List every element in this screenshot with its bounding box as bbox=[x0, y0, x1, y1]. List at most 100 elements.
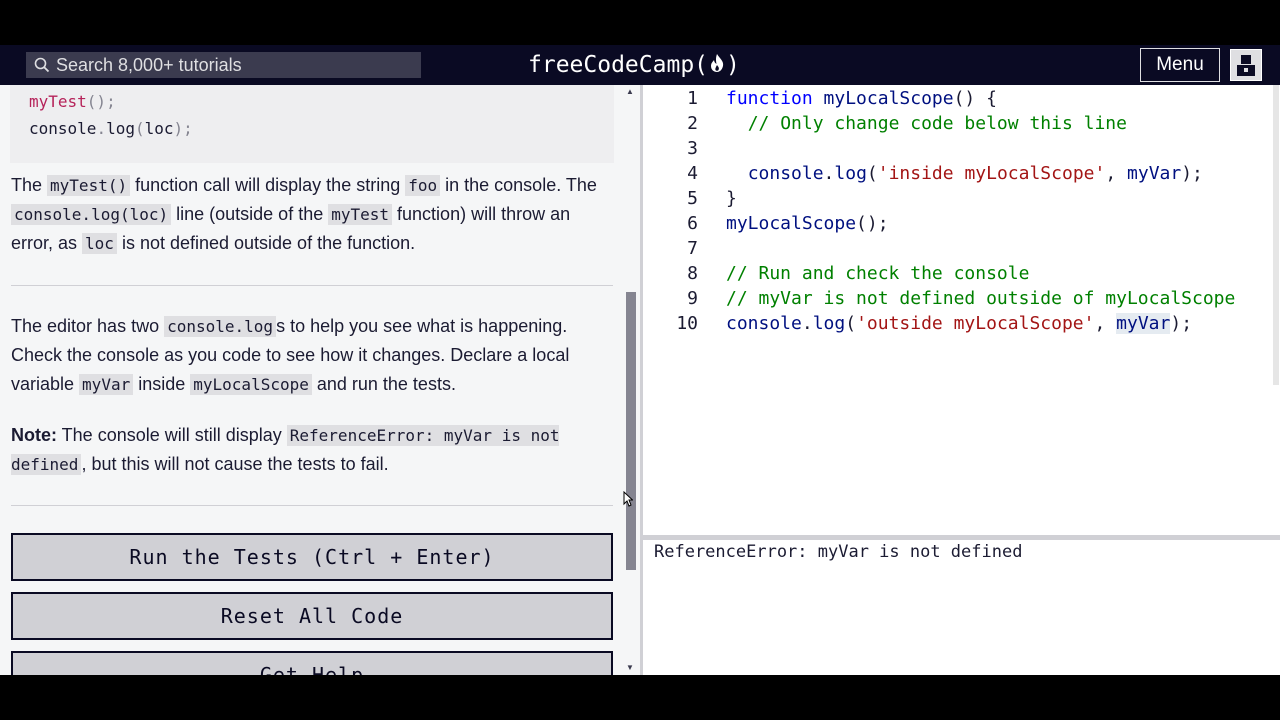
code-token: myVar bbox=[1116, 313, 1171, 334]
code-token: . bbox=[96, 119, 107, 138]
code-token: ( bbox=[134, 119, 145, 138]
code-line: myTest(); bbox=[29, 92, 116, 111]
note-label: Note: bbox=[11, 425, 57, 445]
code-token: console bbox=[29, 119, 97, 138]
code-token: myTest bbox=[29, 92, 87, 111]
line-number: 3 bbox=[687, 138, 698, 159]
code-token: (); bbox=[856, 213, 889, 234]
editor-scrollbar[interactable] bbox=[1273, 85, 1279, 385]
top-navbar: freeCodeCamp() Menu bbox=[0, 45, 1280, 85]
note-paragraph: Note: The console will still display Ref… bbox=[11, 421, 615, 479]
text: The editor has two bbox=[11, 316, 165, 336]
get-help-button[interactable]: Get Help bbox=[11, 651, 613, 675]
text: function call will display the string bbox=[130, 175, 406, 195]
description-paragraph-1: The myTest() function call will display … bbox=[11, 171, 615, 258]
line-number: 7 bbox=[687, 238, 698, 259]
line-number: 10 bbox=[676, 313, 698, 334]
menu-button[interactable]: Menu bbox=[1140, 48, 1220, 82]
avatar-icon[interactable] bbox=[1230, 49, 1262, 81]
text: The console will still display bbox=[57, 425, 287, 445]
brand-close: ) bbox=[726, 52, 740, 78]
line-code: // Run and check the console bbox=[726, 261, 1029, 286]
text: is not defined outside of the function. bbox=[116, 233, 416, 253]
code-token: // myVar is not defined outside of myLoc… bbox=[726, 288, 1236, 309]
inline-code: foo bbox=[405, 175, 441, 196]
text: line (outside of the bbox=[171, 204, 329, 224]
line-number: 9 bbox=[687, 288, 698, 309]
text: The bbox=[11, 175, 48, 195]
line-number: 4 bbox=[687, 163, 698, 184]
inline-code: myTest() bbox=[47, 175, 131, 196]
freecodecamp-logo[interactable]: freeCodeCamp() bbox=[528, 50, 740, 80]
line-number: 2 bbox=[687, 113, 698, 134]
code-editor[interactable]: 1 function myLocalScope() {2 // Only chan… bbox=[643, 85, 1280, 535]
code-token: ( bbox=[866, 163, 878, 184]
instructions-scrollbar[interactable]: ▲ ▼ bbox=[622, 85, 640, 675]
code-token: // Run and check the console bbox=[726, 263, 1030, 284]
code-token: } bbox=[726, 188, 737, 209]
line-number: 5 bbox=[687, 188, 698, 209]
run-tests-button[interactable]: Run the Tests (Ctrl + Enter) bbox=[11, 533, 613, 581]
code-token: . bbox=[801, 313, 813, 334]
console-output-panel: ReferenceError: myVar is not defined bbox=[643, 540, 1280, 675]
line-code: } bbox=[726, 186, 737, 211]
code-token: . bbox=[823, 163, 835, 184]
code-token: (); bbox=[86, 92, 116, 111]
instructions-pane: myTest(); console.log(loc); The myTest()… bbox=[0, 85, 622, 675]
mouse-pointer-icon bbox=[623, 490, 634, 512]
instruction-paragraph-2: The editor has two console.log s to help … bbox=[11, 312, 615, 399]
code-token: log bbox=[812, 313, 846, 334]
flame-icon bbox=[709, 51, 725, 81]
code-token: ); bbox=[173, 119, 193, 138]
code-example: myTest(); console.log(loc); bbox=[10, 85, 614, 163]
search-icon bbox=[34, 57, 50, 78]
code-token: 'inside myLocalScope' bbox=[877, 163, 1106, 184]
console-output-text: ReferenceError: myVar is not defined bbox=[654, 542, 1023, 562]
code-token: // Only change code below this line bbox=[747, 113, 1127, 134]
inline-code: myVar bbox=[79, 374, 134, 395]
line-code: myLocalScope(); bbox=[726, 211, 889, 236]
section-divider bbox=[11, 505, 613, 506]
code-token: 'outside myLocalScope' bbox=[856, 313, 1095, 334]
line-number: 1 bbox=[687, 88, 698, 109]
code-token: console bbox=[726, 313, 802, 334]
reset-code-button[interactable]: Reset All Code bbox=[11, 592, 613, 640]
search-input[interactable] bbox=[56, 52, 416, 78]
text: , but this will not cause the tests to f… bbox=[81, 454, 389, 474]
text: inside bbox=[133, 374, 191, 394]
search-bar[interactable] bbox=[26, 52, 421, 78]
section-divider bbox=[11, 285, 613, 286]
code-token: () { bbox=[953, 88, 997, 109]
line-number: 6 bbox=[687, 213, 698, 234]
code-token: log bbox=[106, 119, 135, 138]
code-token: myLocalScope bbox=[726, 213, 857, 234]
inline-code: myTest bbox=[328, 204, 393, 225]
text: in the console. The bbox=[440, 175, 597, 195]
code-token: myLocalScope bbox=[823, 88, 954, 109]
inline-code: loc bbox=[82, 233, 117, 254]
text: and run the tests. bbox=[311, 374, 456, 394]
code-token: , bbox=[1094, 313, 1117, 334]
code-token: , bbox=[1105, 163, 1128, 184]
code-token: myVar bbox=[1127, 163, 1182, 184]
brand-text: freeCodeCamp( bbox=[528, 52, 709, 78]
line-code: console.log('inside myLocalScope', myVar… bbox=[726, 161, 1203, 186]
scroll-down-arrow-icon[interactable]: ▼ bbox=[626, 663, 634, 672]
code-token: ); bbox=[1181, 163, 1203, 184]
inline-code: console.log(loc) bbox=[11, 204, 172, 225]
code-token: function bbox=[726, 88, 813, 109]
code-token: loc bbox=[144, 119, 174, 138]
inline-code: myLocalScope bbox=[190, 374, 312, 395]
line-code: // myVar is not defined outside of myLoc… bbox=[726, 286, 1235, 311]
scrollbar-thumb[interactable] bbox=[626, 292, 636, 570]
code-line: console.log(loc); bbox=[29, 119, 193, 138]
line-number: 8 bbox=[687, 263, 698, 284]
code-token: log bbox=[834, 163, 867, 184]
scroll-up-arrow-icon[interactable]: ▲ bbox=[626, 87, 634, 96]
line-code: // Only change code below this line bbox=[726, 111, 1127, 136]
code-token: ( bbox=[845, 313, 857, 334]
inline-code: console.log bbox=[164, 316, 277, 337]
